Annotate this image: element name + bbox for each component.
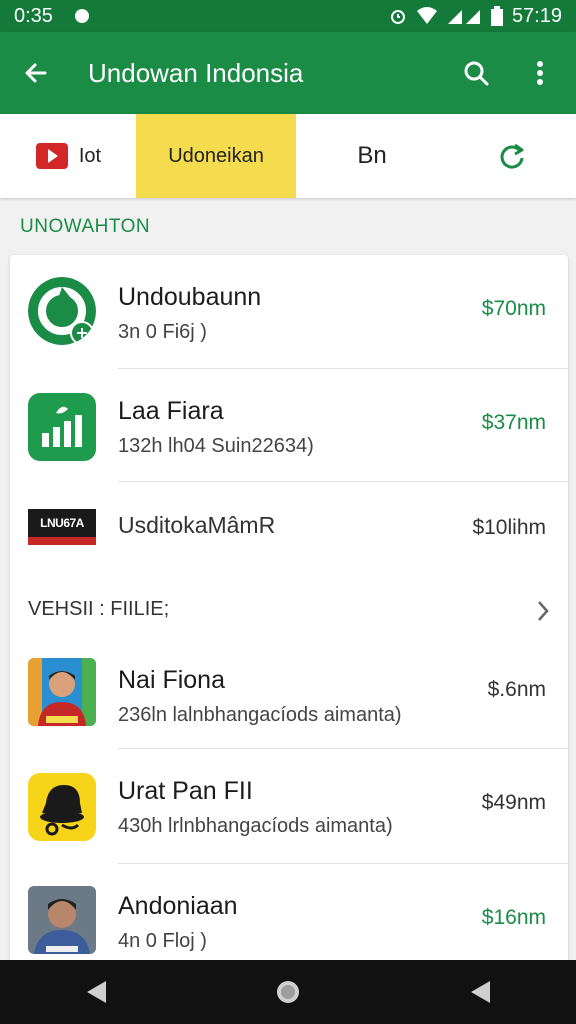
item-title: UsditokaMâmR — [118, 512, 276, 538]
item-subtitle: 132h lh04 Suin22634) — [118, 435, 314, 457]
section-title: UNOWAHTON — [20, 216, 151, 237]
wifi-icon — [416, 7, 437, 24]
back-arrow-icon[interactable] — [18, 55, 54, 91]
tab-udoneikan-label: Udoneikan — [168, 144, 264, 167]
system-nav-bar — [0, 960, 576, 1024]
tab-refresh[interactable] — [448, 114, 576, 198]
recents-icon[interactable] — [468, 979, 492, 1005]
item-price: $16nm — [481, 906, 546, 929]
tab-bn-label: Bn — [357, 142, 387, 169]
yellow-character-icon — [28, 773, 96, 841]
item-price: $.6nm — [487, 678, 546, 701]
person-photo-icon — [28, 658, 96, 726]
item-title: Urat Pan FII — [118, 777, 253, 805]
item-subtitle: 4n 0 Floj ) — [118, 930, 207, 952]
page-title: Undowan Indonsia — [88, 57, 304, 88]
tab-udoneikan[interactable]: Udoneikan — [136, 114, 296, 198]
item-title: Undoubaunn — [118, 283, 262, 311]
dot-icon — [74, 9, 89, 23]
battery-icon — [490, 6, 503, 26]
alarm-icon — [390, 10, 405, 24]
list-item[interactable]: Andoniaan 4n 0 Floj ) $16nm — [10, 864, 568, 965]
tab-iot-label: Iot — [78, 144, 102, 167]
item-subtitle: 430h lrlnbhangacíods aimanta) — [118, 815, 393, 837]
item-price: $49nm — [481, 791, 546, 814]
item-price: $37nm — [481, 411, 546, 434]
app-bar: Undowan Indonsia — [0, 32, 576, 114]
item-subtitle: 236ln lalnbhangacíods aimanta) — [118, 704, 402, 726]
list-item[interactable]: Nai Fiona 236ln lalnbhangacíods aimanta)… — [10, 646, 568, 748]
list-item[interactable]: LNU67A UsditokaMâmR $10lihm — [10, 482, 568, 572]
status-bar: 0:35 57:19 — [0, 0, 576, 32]
refresh-icon — [500, 143, 524, 169]
item-title: Laa Fiara — [118, 397, 224, 425]
brand-logo-text: LNU67A — [40, 516, 84, 530]
list-item[interactable]: Laa Fiara 132h lh04 Suin22634) $37nm — [10, 369, 568, 481]
item-subtitle: 3n 0 Fi6j ) — [118, 321, 207, 343]
list-item[interactable]: Urat Pan FII 430h lrlnbhangacíods aimant… — [10, 749, 568, 863]
item-price: $10lihm — [472, 516, 546, 539]
tab-bar: Iot Udoneikan Bn — [0, 114, 576, 198]
home-icon[interactable] — [275, 979, 301, 1005]
person-photo-icon — [28, 886, 96, 954]
search-icon[interactable] — [458, 55, 494, 91]
bar-chart-icon — [28, 393, 96, 461]
item-title: Nai Fiona — [118, 666, 225, 694]
tab-iot[interactable]: Iot — [0, 114, 136, 198]
circle-logo-icon — [28, 277, 96, 345]
back-icon[interactable] — [84, 979, 108, 1005]
signal-icon — [447, 10, 480, 24]
item-price: $70nm — [481, 297, 546, 320]
item-title: Andoniaan — [118, 892, 238, 920]
list-card: Undoubaunn 3n 0 Fi6j ) $70nm Laa Fiara 1… — [10, 255, 568, 965]
status-time-left: 0:35 — [14, 4, 53, 27]
tab-bn[interactable]: Bn — [296, 114, 448, 198]
status-time-right: 57:19 — [511, 4, 562, 27]
group-header[interactable]: VEHSII : FIILIE; — [10, 572, 568, 646]
chevron-right-icon — [538, 601, 549, 621]
more-vert-icon[interactable] — [522, 55, 558, 91]
play-icon — [35, 143, 68, 169]
brand-logo-icon: LNU67A — [28, 509, 96, 545]
list-item[interactable]: Undoubaunn 3n 0 Fi6j ) $70nm — [10, 255, 568, 369]
group-header-label: VEHSII : FIILIE; — [28, 598, 170, 620]
